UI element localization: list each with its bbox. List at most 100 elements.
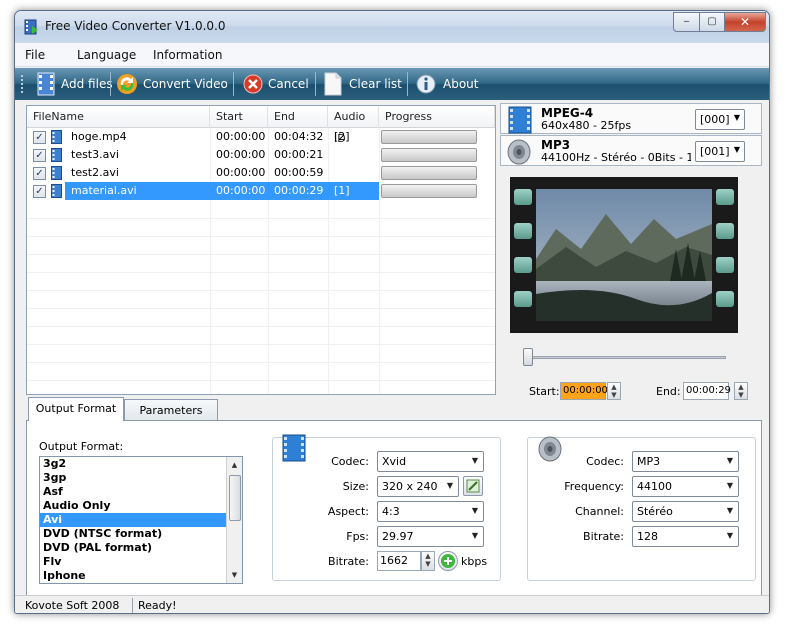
video-fps-value: 29.97 [382,530,414,543]
column-end[interactable]: End [268,106,328,128]
format-option[interactable]: Iphone [40,569,226,583]
video-bitrate-spinner[interactable]: ▲ ▼ [421,551,435,571]
video-size-label: Size: [342,480,369,493]
file-list-header: FileName Start End Audio ID Progress [27,106,495,145]
file-list[interactable]: FileName Start End Audio ID Progress hog… [26,105,496,395]
video-aspect-value: 4:3 [382,505,400,518]
edit-size-button[interactable] [463,476,483,496]
tab-output-format[interactable]: Output Format [28,397,124,421]
about-button[interactable]: About [415,68,478,100]
convert-video-button[interactable]: Convert Video [115,68,228,100]
format-option[interactable]: Asf [40,485,226,499]
row-checkbox[interactable]: ✓ [33,149,46,162]
format-option[interactable]: 3gp [40,471,226,485]
menu-language[interactable]: Language [77,48,136,62]
chevron-down-icon: ▼ [446,481,453,490]
format-option[interactable]: 3g2 [40,457,226,471]
menu-file[interactable]: File [25,48,45,62]
video-fps-select[interactable]: 29.97 ▼ [377,526,484,547]
video-bitrate-input[interactable]: 1662 [377,551,421,571]
progress-bar [381,130,477,144]
maximize-button[interactable]: ▢ [699,12,725,32]
clear-list-button[interactable]: Clear list [323,68,402,100]
video-preview [510,177,738,333]
format-option[interactable]: Avi [40,513,226,527]
video-aspect-select[interactable]: 4:3 ▼ [377,501,484,522]
start-time-spinner[interactable]: ▲ ▼ [607,382,621,400]
audio-frequency-select[interactable]: 44100 ▼ [632,476,739,497]
cell-end: 00:00:29 [268,182,328,200]
column-progress[interactable]: Progress [379,106,495,128]
video-codec-value: Xvid [382,455,407,468]
scroll-up-arrow[interactable]: ▲ [227,457,242,473]
audio-channel-select[interactable]: Stéréo ▼ [632,501,739,522]
position-slider-track[interactable] [526,356,726,359]
settings-tabs: Output Format Parameters Output Format: … [26,397,762,597]
cell-end: 00:04:32 [274,130,324,143]
column-filename[interactable]: FileName [27,106,210,128]
audio-bitrate-value: 128 [637,530,658,543]
video-codec-select[interactable]: Xvid ▼ [377,451,484,472]
end-time-spinner[interactable]: ▲ ▼ [734,382,748,400]
file-list-row[interactable]: test3.avi 00:00:00 00:00:21 ✓ [27,146,495,164]
audio-format-details: 44100Hz - Stéréo - 0Bits - 1 [541,151,691,164]
video-bitrate-label: Bitrate: [328,555,369,568]
tab-parameters[interactable]: Parameters [124,399,218,421]
format-option[interactable]: DVD (NTSC format) [40,527,226,541]
cell-name: hoge.mp4 [71,130,127,143]
row-gridline [27,236,495,237]
column-audio-id[interactable]: Audio ID [328,106,379,145]
film-sprocket [716,257,734,273]
bitrate-calc-button[interactable] [438,551,458,571]
format-option[interactable]: Audio Only [40,499,226,513]
output-format-scrollbar[interactable]: ▲ ▼ [226,457,242,583]
scroll-thumb[interactable] [229,475,241,521]
audio-bitrate-select[interactable]: 128 ▼ [632,526,739,547]
audio-stream-select[interactable]: [001] ▼ [695,141,745,162]
output-format-label: Output Format: [39,440,124,453]
app-window: Free Video Converter V1.0.0.0 ‒ ▢ ✕ File… [14,10,770,614]
cell-audio-id [328,146,379,164]
row-checkbox[interactable]: ✓ [33,131,46,144]
menu-information[interactable]: Information [153,48,222,62]
row-checkbox[interactable]: ✓ [33,167,46,180]
end-label: End: [656,385,681,398]
video-stream-select[interactable]: [000] ▼ [695,109,745,130]
tab-panel: Output Format: 3g2 3gp Asf Audio Only Avi DVD… [26,420,762,596]
end-time-input[interactable]: 00:00:29 [683,382,731,400]
convert-arrows-icon [117,74,137,94]
row-gridline [27,326,495,327]
minimize-button[interactable]: ‒ [673,12,700,32]
audio-codec-select[interactable]: MP3 ▼ [632,451,739,472]
file-list-row[interactable]: hoge.mp4 00:00:00 00:04:32 [2] ✓ [27,128,495,146]
column-start[interactable]: Start [210,106,268,128]
window-title: Free Video Converter V1.0.0.0 [45,19,226,33]
file-list-row[interactable]: test2.avi 00:00:00 00:00:59 ✓ [27,164,495,182]
video-film-icon [508,106,532,134]
file-list-row[interactable]: material.avi 00:00:00 00:00:29 [1] ✓ [27,182,495,200]
title-bar[interactable]: Free Video Converter V1.0.0.0 ‒ ▢ ✕ [15,11,769,43]
format-option[interactable]: DVD (PAL format) [40,541,226,555]
film-sprocket [716,291,734,307]
cancel-button[interactable]: Cancel [242,68,309,100]
add-files-label: Add files [61,77,113,91]
close-button[interactable]: ✕ [724,12,766,32]
chevron-down-icon: ▼ [471,506,478,515]
cell-end: 00:00:21 [274,148,324,161]
add-files-button[interactable]: Add files [35,68,113,100]
video-format-details: 640x480 - 25fps [541,119,632,132]
status-bar: Kovote Soft 2008 Ready! [15,595,769,613]
position-slider-thumb[interactable] [523,348,533,366]
scroll-down-arrow[interactable]: ▼ [227,567,242,583]
video-size-select[interactable]: 320 x 240 ▼ [377,476,459,497]
row-checkbox[interactable]: ✓ [33,185,46,198]
format-option[interactable]: Flv [40,555,226,569]
chevron-down-icon: ▼ [733,145,740,154]
film-sprocket [514,291,532,307]
cell-start: 00:00:00 [216,166,266,179]
start-time-input[interactable]: 00:00:00 [560,382,608,400]
output-format-list[interactable]: 3g2 3gp Asf Audio Only Avi DVD (NTSC format) D… [39,456,243,584]
audio-codec-value: MP3 [637,455,661,468]
video-params-group: Codec: Xvid ▼ Size: 320 x 240 ▼ Aspect: 4:… [272,434,501,581]
toolbar-grip[interactable] [21,75,24,93]
